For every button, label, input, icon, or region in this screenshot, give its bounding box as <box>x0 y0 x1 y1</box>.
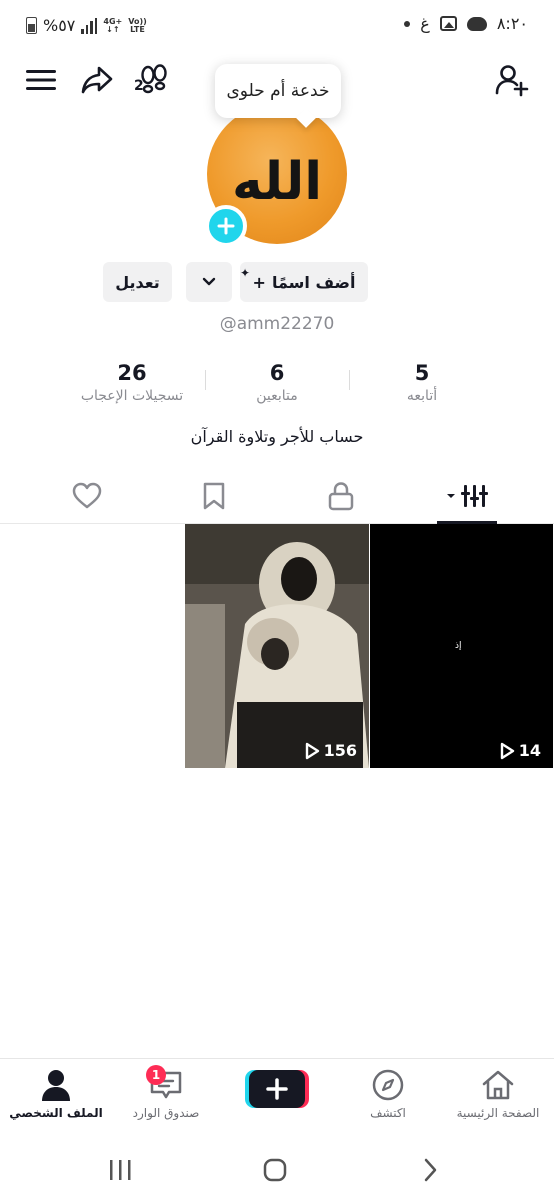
video-thumbnail-image <box>185 524 369 768</box>
bookmark-icon <box>203 482 225 510</box>
halloween-tooltip[interactable]: خدعة أم حلوى <box>215 64 341 118</box>
create-button-face <box>249 1070 305 1108</box>
tab-videos[interactable] <box>398 468 536 524</box>
likes-count: 26 <box>117 361 147 385</box>
recent-apps-icon <box>110 1160 131 1180</box>
video-thumbnail[interactable]: إذ 14 <box>370 524 553 768</box>
network-type: 4G+ ↓↑ <box>103 16 123 34</box>
video-thumbnail[interactable]: 156 <box>185 524 369 768</box>
add-avatar-button[interactable] <box>205 205 247 247</box>
chevron-down-icon <box>202 277 216 286</box>
battery-icon <box>26 17 37 34</box>
sparkle-icon: ✦ <box>240 266 251 280</box>
play-icon <box>305 742 319 759</box>
profile-views-button[interactable]: 2 <box>133 60 173 100</box>
likes-label: تسجيلات الإعجاب <box>80 388 184 404</box>
nav-home-label: الصفحة الرئيسية <box>456 1106 540 1120</box>
volte-indicator: Vo)) LTE <box>128 16 147 34</box>
nav-profile[interactable]: الملف الشخصي <box>1 1067 111 1131</box>
add-name-plus: + <box>252 272 266 292</box>
status-bar: %٥٧ 4G+ ↓↑ Vo)) LTE غ ٨:٢٠ <box>0 0 554 52</box>
add-friends-button[interactable] <box>492 60 532 100</box>
stat-following[interactable]: 5 أتابعه <box>347 360 497 404</box>
signal-icon <box>81 17 98 34</box>
menu-button[interactable] <box>22 62 60 98</box>
status-bar-right: غ ٨:٢٠ <box>404 14 528 33</box>
nav-explore-label: اكتشف <box>370 1106 406 1120</box>
followers-label: متابعين <box>256 388 298 404</box>
back-button[interactable] <box>410 1150 450 1190</box>
profile-views-count: 2 <box>134 78 144 94</box>
edit-profile-button[interactable]: تعديل <box>103 262 172 302</box>
weather-icon <box>466 16 487 31</box>
plus-icon <box>266 1078 288 1100</box>
nav-home[interactable]: الصفحة الرئيسية <box>443 1067 553 1131</box>
battery-percent: %٥٧ <box>43 16 76 35</box>
nav-inbox-label: صندوق الوارد <box>132 1106 200 1120</box>
hamburger-menu-icon <box>26 70 56 90</box>
home-icon <box>478 1067 518 1103</box>
view-count-value: 156 <box>323 741 357 760</box>
gallery-notification-icon <box>439 16 457 31</box>
chevron-right-icon <box>424 1158 437 1182</box>
add-name-button[interactable]: + أضف اسمًا <box>240 262 368 302</box>
following-label: أتابعه <box>406 388 438 404</box>
following-count: 5 <box>414 361 430 385</box>
nav-inbox[interactable]: 1 صندوق الوارد <box>111 1065 221 1131</box>
status-time: ٨:٢٠ <box>496 14 528 33</box>
profile-tabs <box>0 468 554 524</box>
play-icon <box>500 742 514 759</box>
create-video-button[interactable] <box>245 1070 309 1108</box>
tab-favorites[interactable] <box>145 468 283 524</box>
profile-icon <box>36 1067 76 1103</box>
nav-explore[interactable]: اكتشف <box>333 1067 443 1131</box>
edit-profile-label: تعديل <box>115 272 160 292</box>
heart-icon <box>72 482 102 509</box>
home-square-icon <box>263 1158 287 1182</box>
status-bar-left: %٥٧ 4G+ ↓↑ Vo)) LTE <box>26 16 147 35</box>
nav-profile-label: الملف الشخصي <box>9 1106 103 1120</box>
stat-likes[interactable]: 26 تسجيلات الإعجاب <box>57 360 207 404</box>
system-navigation <box>0 1136 554 1200</box>
tooltip-text: خدعة أم حلوى <box>226 81 330 101</box>
tab-liked[interactable] <box>18 468 156 524</box>
svg-text:الله: الله <box>232 152 322 212</box>
add-user-icon <box>495 65 529 97</box>
share-arrow-icon <box>81 66 113 94</box>
add-name-label: أضف اسمًا <box>271 272 356 292</box>
notification-dot-icon <box>404 20 411 27</box>
view-count: 156 <box>304 741 357 760</box>
share-profile-button[interactable] <box>78 62 116 98</box>
plus-icon <box>217 217 235 235</box>
video-grid-icon <box>447 485 488 507</box>
lock-icon <box>328 482 354 511</box>
inbox-icon: 1 <box>146 1065 186 1103</box>
compass-icon <box>368 1067 408 1103</box>
inbox-badge: 1 <box>146 1065 166 1085</box>
recent-apps-button[interactable] <box>100 1150 140 1190</box>
video-overlay-text: إذ <box>455 641 462 651</box>
username: @amm22270 <box>219 314 335 334</box>
stat-followers[interactable]: 6 متابعين <box>202 360 352 404</box>
tab-private[interactable] <box>272 468 410 524</box>
bio: حساب للأجر وتلاوة القرآن <box>190 427 364 446</box>
suggested-accounts-dropdown[interactable] <box>186 262 232 302</box>
home-system-button[interactable] <box>255 1150 295 1190</box>
carrier-indicator: غ <box>420 14 430 33</box>
view-count: 14 <box>499 741 541 760</box>
view-count-value: 14 <box>518 741 541 760</box>
followers-count: 6 <box>269 361 285 385</box>
